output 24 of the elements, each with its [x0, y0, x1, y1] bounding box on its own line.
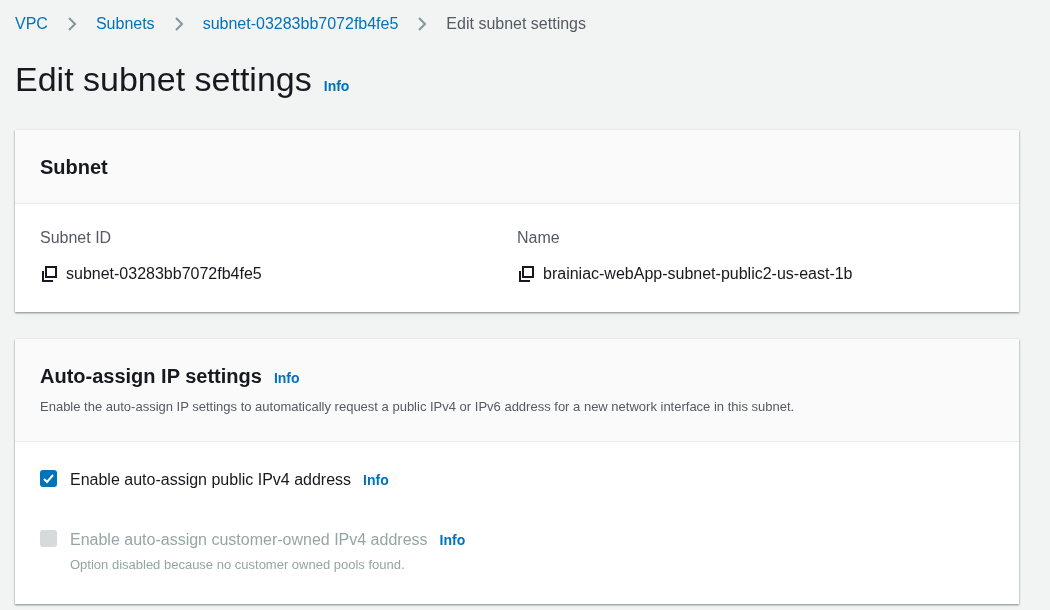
info-link[interactable]: Info [363, 469, 389, 491]
info-link[interactable]: Info [273, 368, 300, 389]
chevron-icon [173, 16, 184, 32]
panel-title: Auto-assign IP settings [40, 364, 262, 389]
field-label: Subnet ID [40, 228, 113, 248]
breadcrumb-link[interactable]: VPC [15, 12, 48, 36]
chevron-icon [66, 16, 77, 32]
copy-icon[interactable] [40, 265, 58, 283]
breadcrumb-current: Edit subnet settings [446, 14, 586, 34]
field-label: Name [517, 228, 561, 248]
field-value: brainiac-webApp-subnet-public2-us-east-1b [543, 264, 853, 284]
info-link[interactable]: Info [323, 76, 350, 97]
panel-title: Subnet [40, 154, 108, 180]
page-title: Edit subnet settings [15, 62, 312, 96]
option-description: Option disabled because no customer owned pools found. [70, 555, 406, 574]
field-value: subnet-03283bb7072fb4fe5 [66, 264, 262, 284]
checkbox-label: Enable auto-assign public IPv4 address [70, 469, 352, 490]
chevron-icon [417, 16, 428, 32]
breadcrumb-link[interactable]: Subnets [95, 12, 155, 36]
checkbox-label: Enable auto-assign customer-owned IPv4 address [70, 529, 428, 550]
breadcrumb-link[interactable]: subnet-03283bb7072fb4fe5 [202, 12, 399, 36]
copy-icon[interactable] [517, 265, 535, 283]
panel-description: Enable the auto-assign IP settings to automatically request a public IPv4 or IPv6 address for a new network interface in this subnet. [40, 398, 796, 416]
checkbox[interactable] [40, 469, 57, 487]
